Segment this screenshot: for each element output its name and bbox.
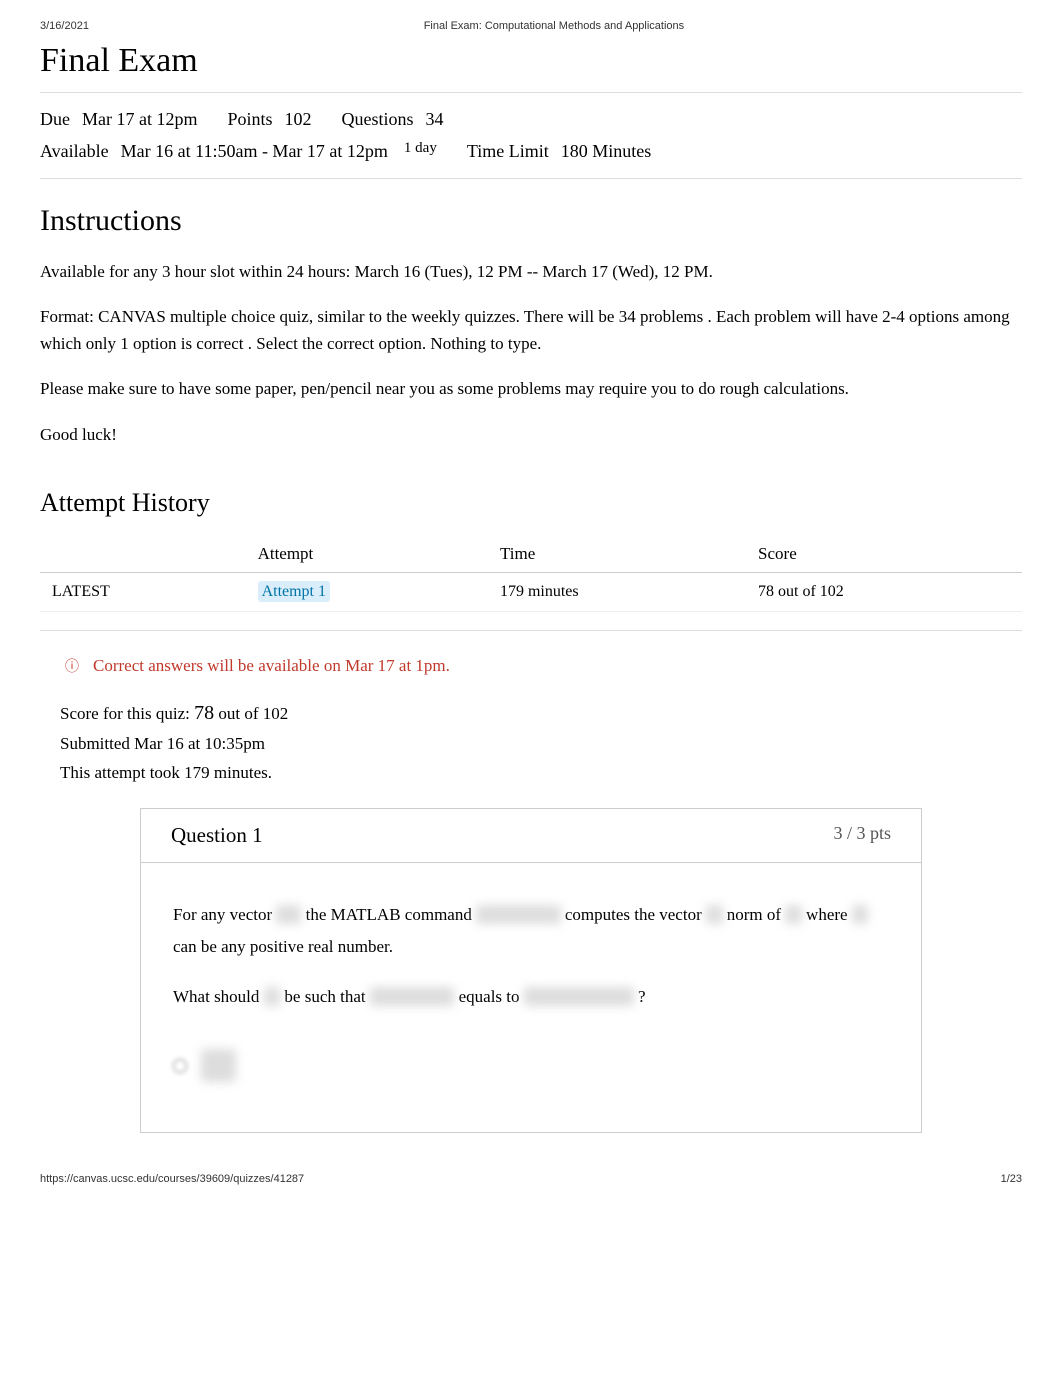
meta-questions: Questions 34: [342, 103, 444, 135]
attempt-score: 78 out of 102: [746, 572, 1022, 611]
blurred-content: xxxxxxxxx: [370, 987, 455, 1006]
answer-option-1[interactable]: p=0: [173, 1049, 889, 1081]
col-blank: [40, 536, 246, 573]
q1-l2a: What should: [173, 987, 264, 1006]
meta-due-value: Mar 17 at 12pm: [82, 103, 197, 135]
info-icon: ⓘ: [65, 656, 79, 676]
attempt-history-table: Attempt Time Score LATEST Attempt 1 179 …: [40, 536, 1022, 612]
meta-questions-label: Questions: [342, 103, 414, 135]
score-prefix: Score for this quiz:: [60, 704, 194, 723]
blurred-content: x: [852, 905, 869, 924]
blurred-content: xxxxxxxxx: [476, 905, 561, 924]
instructions-p2: Format: CANVAS multiple choice quiz, sim…: [40, 303, 1022, 357]
q1-l1a: For any vector: [173, 905, 276, 924]
attempt-link-cell: Attempt 1: [246, 572, 488, 611]
table-header-row: Attempt Time Score: [40, 536, 1022, 573]
instructions-p3: Please make sure to have some paper, pen…: [40, 375, 1022, 402]
print-date: 3/16/2021: [40, 20, 89, 32]
col-time: Time: [488, 536, 746, 573]
instructions-p2d: only 1 option is correct: [86, 334, 244, 353]
blurred-content: x: [785, 905, 802, 924]
score-line-3: This attempt took 179 minutes.: [60, 759, 1022, 788]
question-line-1: For any vector xx the MATLAB command xxx…: [173, 899, 889, 964]
meta-time-limit: Time Limit 180 Minutes: [467, 135, 651, 167]
print-footer: https://canvas.ucsc.edu/courses/39609/qu…: [40, 1173, 1022, 1185]
q1-l2c: equals to: [459, 987, 524, 1006]
meta-points: Points 102: [227, 103, 311, 135]
q1-l1d: norm of: [727, 905, 786, 924]
q1-l1c: computes the vector: [565, 905, 706, 924]
instructions-heading: Instructions: [40, 204, 1022, 238]
print-spacer: [1019, 20, 1022, 32]
meta-questions-value: 34: [426, 103, 444, 135]
blurred-content: xxxxxxxxxxxx: [524, 987, 634, 1006]
attempt-status: LATEST: [40, 572, 246, 611]
q1-l2b: be such that: [284, 987, 369, 1006]
score-suffix: out of 102: [218, 704, 288, 723]
table-row: LATEST Attempt 1 179 minutes 78 out of 1…: [40, 572, 1022, 611]
attempt-history-heading: Attempt History: [40, 488, 1022, 518]
instructions-p1: Available for any 3 hour slot within 24 …: [40, 258, 1022, 285]
correct-answers-notice: ⓘ Correct answers will be available on M…: [65, 656, 1022, 676]
instructions-p2a: Format: CANVAS multiple choice quiz, sim…: [40, 307, 619, 326]
question-body: For any vector xx the MATLAB command xxx…: [141, 863, 921, 1132]
attempt-time: 179 minutes: [488, 572, 746, 611]
meta-points-label: Points: [227, 103, 272, 135]
meta-time-limit-value: 180 Minutes: [561, 135, 652, 167]
footer-url: https://canvas.ucsc.edu/courses/39609/qu…: [40, 1173, 304, 1185]
q1-l1e: where: [806, 905, 852, 924]
question-points: 3 / 3 pts: [833, 823, 891, 848]
q1-l1b: the MATLAB command: [306, 905, 476, 924]
instructions-p2b: 34 problems: [619, 307, 704, 326]
radio-icon[interactable]: [173, 1059, 187, 1073]
question-line-2: What should x be such that xxxxxxxxx equ…: [173, 981, 889, 1013]
blurred-content: x: [706, 905, 723, 924]
attempt-link[interactable]: Attempt 1: [258, 581, 330, 602]
meta-available: Available Mar 16 at 11:50am - Mar 17 at …: [40, 135, 437, 167]
instructions-body: Available for any 3 hour slot within 24 …: [40, 258, 1022, 448]
print-doc-title: Final Exam: Computational Methods and Ap…: [424, 20, 684, 32]
blurred-content: x: [264, 987, 281, 1006]
question-title: Question 1: [171, 823, 263, 848]
meta-points-value: 102: [285, 103, 312, 135]
score-line-2: Submitted Mar 16 at 10:35pm: [60, 730, 1022, 759]
blurred-content: xx: [276, 905, 301, 924]
score-summary: Score for this quiz: 78 out of 102 Submi…: [60, 696, 1022, 788]
meta-available-sub: 1 day: [404, 135, 437, 167]
instructions-p2e: . Select the correct option. Nothing to …: [248, 334, 542, 353]
score-value: 78: [194, 702, 214, 724]
blurred-option-text: p=0: [201, 1049, 236, 1081]
print-header: 3/16/2021 Final Exam: Computational Meth…: [40, 20, 1022, 32]
meta-available-label: Available: [40, 135, 109, 167]
q1-l2d: ?: [638, 987, 646, 1006]
notice-text: Correct answers will be available on Mar…: [93, 656, 450, 676]
col-attempt: Attempt: [246, 536, 488, 573]
question-card-1: Question 1 3 / 3 pts For any vector xx t…: [140, 808, 922, 1133]
quiz-meta: Due Mar 17 at 12pm Points 102 Questions …: [40, 92, 1022, 179]
instructions-p4: Good luck!: [40, 421, 1022, 448]
footer-page: 1/23: [1001, 1173, 1022, 1185]
score-line-1: Score for this quiz: 78 out of 102: [60, 696, 1022, 730]
divider: [40, 630, 1022, 631]
meta-available-value: Mar 16 at 11:50am - Mar 17 at 12pm: [121, 135, 388, 167]
page-title: Final Exam: [40, 42, 1022, 80]
meta-time-limit-label: Time Limit: [467, 135, 549, 167]
q1-l1f: can be any positive real number.: [173, 937, 393, 956]
meta-due: Due Mar 17 at 12pm: [40, 103, 197, 135]
col-score: Score: [746, 536, 1022, 573]
meta-due-label: Due: [40, 103, 70, 135]
question-header: Question 1 3 / 3 pts: [141, 809, 921, 863]
